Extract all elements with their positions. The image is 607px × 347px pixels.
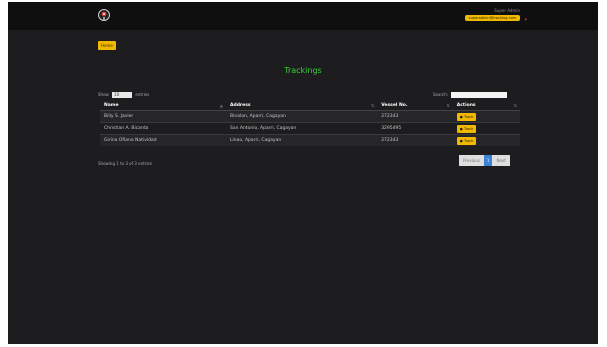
entries-length-control: Show 10 entries xyxy=(98,92,149,98)
table-header-row: Name ▲ Address ⇅ Vessel No. ⇅ Actions ⇅ xyxy=(100,101,520,111)
search-label: Search: xyxy=(433,92,449,97)
next-page-button[interactable]: Next xyxy=(492,155,510,166)
cell-name: Christian A. Bicarda xyxy=(100,122,226,135)
sort-icon: ⇅ xyxy=(513,103,517,108)
sort-icon: ⇅ xyxy=(446,103,450,108)
table-row: Girina Ofiana Natividad Linao, Aparri, C… xyxy=(100,134,520,146)
column-header-name[interactable]: Name ▲ xyxy=(100,101,226,111)
dropdown-caret-icon[interactable]: ▾ xyxy=(524,17,527,23)
table-search: Search: xyxy=(433,92,508,98)
column-header-address[interactable]: Address ⇅ xyxy=(226,101,378,111)
sort-icon: ⇅ xyxy=(370,103,375,108)
entries-label: entries xyxy=(135,92,150,97)
cell-address: San Antonio, Aparri, Cagayan xyxy=(226,122,378,135)
cell-actions: ● Track xyxy=(452,122,520,135)
show-label: Show xyxy=(98,92,109,97)
column-header-actions[interactable]: Actions ⇅ xyxy=(452,101,520,111)
cell-address: Binalan, Aparri, Cagayan xyxy=(226,110,378,123)
map-pin-icon: ● xyxy=(459,114,463,119)
pagination: Previous 1 Next xyxy=(459,155,510,166)
previous-page-button[interactable]: Previous xyxy=(459,155,484,166)
user-menu[interactable]: Super Admin superadmin@tracking.com ▾ xyxy=(464,8,527,23)
home-button[interactable]: Home xyxy=(98,41,116,50)
sort-icon: ▲ xyxy=(219,103,223,108)
app-frame: Super Admin superadmin@tracking.com ▾ Ho… xyxy=(8,2,598,344)
top-navbar: Super Admin superadmin@tracking.com ▾ xyxy=(8,2,598,30)
map-pin-icon: ● xyxy=(459,126,463,131)
cell-vessel: 272343 xyxy=(377,134,453,146)
cell-name: Girina Ofiana Natividad xyxy=(100,134,226,146)
cell-vessel: 272343 xyxy=(377,110,453,123)
cell-vessel: 3295495 xyxy=(377,122,453,135)
page-title: Trackings xyxy=(284,66,322,75)
entries-select-value: 10 xyxy=(114,92,120,97)
trackings-table: Name ▲ Address ⇅ Vessel No. ⇅ Actions ⇅ Bill… xyxy=(100,101,520,146)
search-input[interactable] xyxy=(451,92,508,98)
entries-select[interactable]: 10 xyxy=(112,92,133,98)
table-row: Christian A. Bicarda San Antonio, Aparri… xyxy=(100,122,520,135)
user-name: Super Admin xyxy=(494,8,520,13)
track-button[interactable]: ● Track xyxy=(456,112,477,121)
cell-actions: ● Track xyxy=(452,134,520,146)
user-email-badge: superadmin@tracking.com xyxy=(464,15,520,21)
map-pin-icon: ● xyxy=(459,138,463,143)
table-row: Billy S. Javier Binalan, Aparri, Cagayan… xyxy=(100,110,520,123)
cell-address: Linao, Aparri, Cagayan xyxy=(226,134,378,146)
track-button[interactable]: ● Track xyxy=(456,124,477,133)
column-header-vessel[interactable]: Vessel No. ⇅ xyxy=(377,101,453,111)
tracking-logo-icon[interactable] xyxy=(98,7,110,23)
track-button[interactable]: ● Track xyxy=(456,136,477,145)
table-info: Showing 1 to 3 of 3 entries xyxy=(98,161,152,166)
cell-actions: ● Track xyxy=(452,110,520,123)
page-1-button[interactable]: 1 xyxy=(483,155,493,166)
cell-name: Billy S. Javier xyxy=(100,110,226,123)
